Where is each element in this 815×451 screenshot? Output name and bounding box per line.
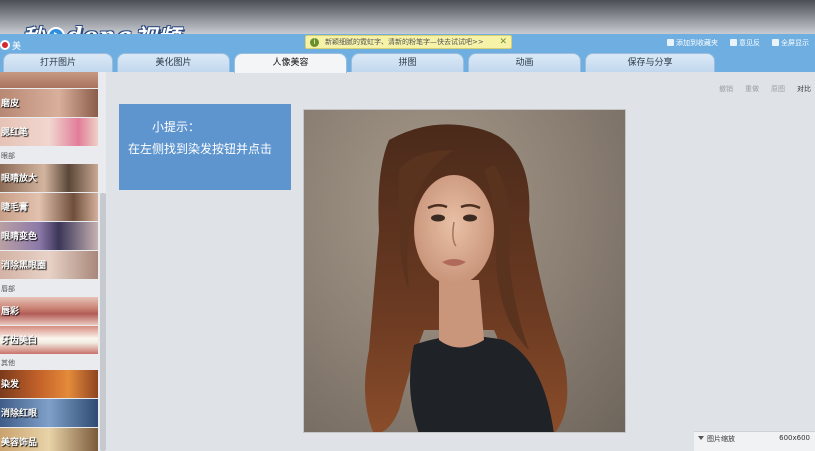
zoom-status-bar: 图片缩放 600x600 bbox=[694, 431, 815, 451]
fullscreen-link[interactable]: 全屏显示 bbox=[772, 38, 809, 48]
sidebar-item-hair-dye[interactable]: 染发 bbox=[0, 370, 98, 398]
tip-overlay: 小提示： 在左侧找到染发按钮并点击 bbox=[119, 104, 291, 190]
add-favorite-link[interactable]: 添加到收藏夹 bbox=[667, 38, 718, 48]
sidebar-item-dark-circles[interactable]: 消除黑眼圈 bbox=[0, 251, 98, 279]
chat-icon bbox=[730, 39, 737, 46]
video-top-bar: 秒 dong 视频 bbox=[0, 0, 815, 51]
section-other: 其他 bbox=[1, 359, 15, 367]
sidebar-item-blush[interactable]: 腮红笔 bbox=[0, 118, 98, 146]
sidebar-item-teeth-whiten[interactable]: 牙齿美白 bbox=[0, 326, 98, 354]
notice-bar[interactable]: i 新颖细腻的霓虹字、清新的粉笔字—快去试试吧>> ✕ bbox=[305, 35, 512, 49]
sidebar-item-accessories[interactable]: 美容饰品 bbox=[0, 428, 98, 451]
sidebar-item-skin-smooth[interactable]: 磨皮 bbox=[0, 89, 98, 117]
fullscreen-icon bbox=[772, 39, 779, 46]
sidebar-item-red-eye[interactable]: 消除红眼 bbox=[0, 399, 98, 427]
image-size: 600x600 bbox=[779, 434, 810, 442]
sidebar-item-lipstick[interactable]: 唇彩 bbox=[0, 297, 98, 325]
tab-portrait[interactable]: 人像美容 bbox=[234, 53, 347, 73]
app-name: 美 bbox=[12, 42, 22, 52]
tab-open-image[interactable]: 打开图片 bbox=[3, 53, 113, 72]
feedback-link[interactable]: 意见反 bbox=[730, 38, 760, 48]
compare-button[interactable]: 对比 bbox=[797, 84, 811, 94]
photo-canvas[interactable] bbox=[303, 109, 626, 433]
main-tabs: 打开图片 美化图片 人像美容 拼图 动画 保存与分享 bbox=[0, 53, 815, 73]
notice-text: 新颖细腻的霓虹字、清新的粉笔字—快去试试吧>> bbox=[325, 38, 484, 46]
zoom-label[interactable]: 图片缩放 bbox=[698, 434, 735, 444]
tip-title: 小提示： bbox=[152, 120, 201, 134]
undo-button[interactable]: 撤销 bbox=[719, 84, 733, 94]
tab-animation[interactable]: 动画 bbox=[468, 53, 581, 72]
redo-button[interactable]: 重做 bbox=[745, 84, 759, 94]
info-icon: i bbox=[310, 37, 319, 47]
close-icon[interactable]: ✕ bbox=[495, 37, 507, 47]
feature-sidebar: 磨皮 腮红笔 眼部 眼睛放大 睫毛膏 眼睛变色 消除黑眼圈 唇部 唇彩 牙齿美白… bbox=[0, 72, 106, 451]
portrait-image bbox=[365, 124, 568, 432]
tab-collage[interactable]: 拼图 bbox=[351, 53, 464, 72]
tab-save-share[interactable]: 保存与分享 bbox=[585, 53, 715, 72]
reset-button[interactable]: 原图 bbox=[771, 84, 785, 94]
section-lips: 唇部 bbox=[1, 285, 15, 293]
sidebar-scrollbar[interactable] bbox=[100, 193, 106, 451]
tip-body: 在左侧找到染发按钮并点击 bbox=[128, 142, 273, 156]
edit-toolbar: 撤销 重做 原图 对比 bbox=[719, 84, 811, 94]
tab-beautify[interactable]: 美化图片 bbox=[117, 53, 230, 72]
section-eyes: 眼部 bbox=[1, 152, 15, 160]
sidebar-item-eye-enlarge[interactable]: 眼睛放大 bbox=[0, 164, 98, 192]
app-header: 美 i 新颖细腻的霓虹字、清新的粉笔字—快去试试吧>> ✕ 添加到收藏夹 意见反… bbox=[0, 34, 815, 73]
app-logo-icon bbox=[0, 40, 10, 50]
chevron-down-icon bbox=[698, 436, 704, 440]
sidebar-item-mascara[interactable]: 睫毛膏 bbox=[0, 193, 98, 221]
sidebar-item-eye-color[interactable]: 眼睛变色 bbox=[0, 222, 98, 250]
sidebar-item-partial[interactable] bbox=[0, 72, 98, 88]
top-right-links: 添加到收藏夹 意见反 全屏显示 bbox=[667, 38, 809, 48]
star-icon bbox=[667, 39, 674, 46]
